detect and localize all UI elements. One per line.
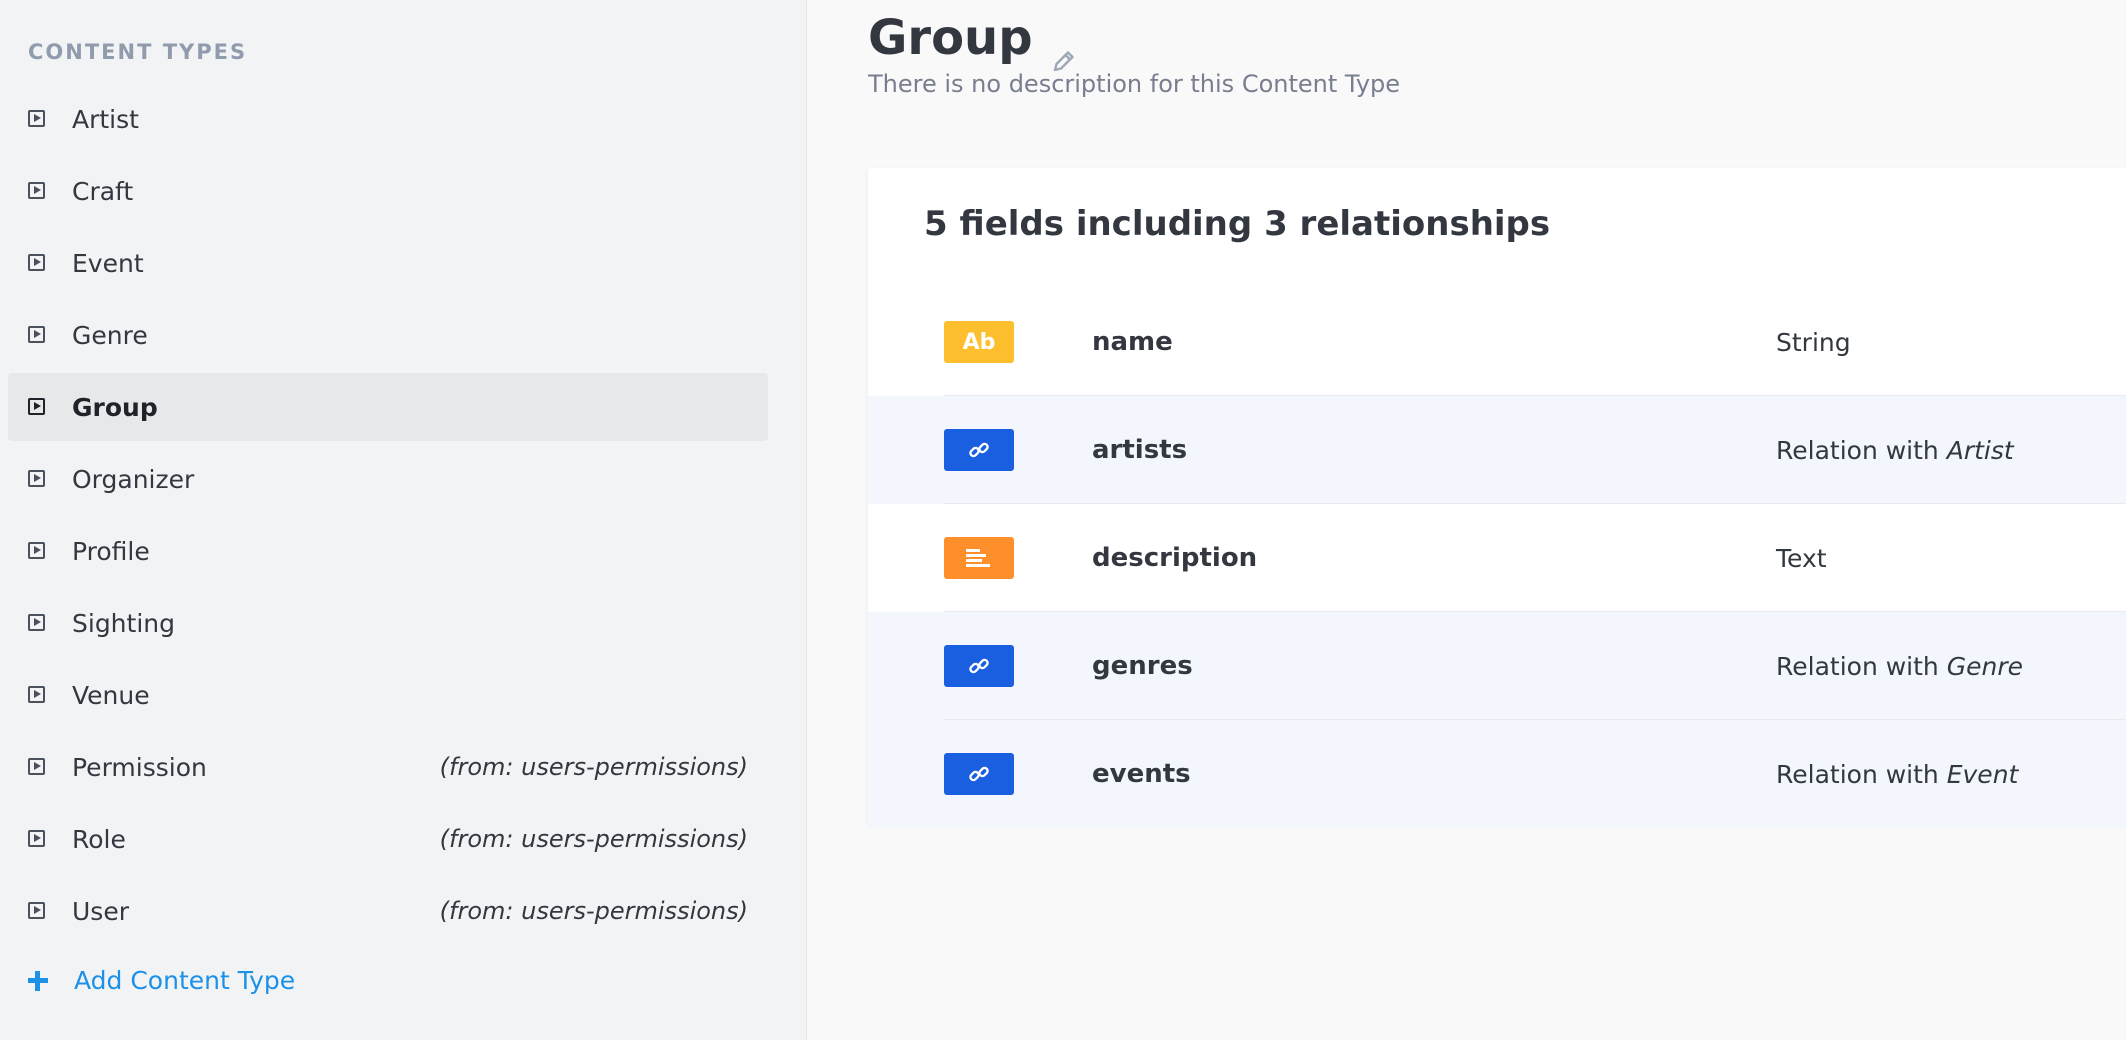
content-type-label: User (72, 896, 129, 926)
field-name: artists (1092, 435, 1188, 465)
field-type-label: String (1776, 327, 1851, 357)
play-square-icon (28, 758, 45, 775)
content-type-item-genre[interactable]: Genre (8, 301, 768, 369)
content-type-label: Genre (72, 320, 148, 350)
play-square-icon (28, 902, 45, 919)
link-icon (944, 753, 1014, 795)
page-title: Group (868, 10, 1033, 66)
content-type-source: (from: users-permissions) (439, 825, 748, 853)
link-icon (944, 429, 1014, 471)
content-type-list: Artist Craft Event Genre Group Organizer… (8, 85, 768, 949)
field-name: genres (1092, 651, 1193, 681)
content-type-label: Permission (72, 752, 207, 782)
add-content-type-label: Add Content Type (74, 966, 296, 995)
field-type-label: Relation with (1776, 435, 1947, 465)
plus-icon (28, 970, 48, 991)
relation-target: Artist (1946, 435, 2014, 465)
string-icon: Ab (944, 321, 1014, 363)
play-square-icon (28, 398, 45, 415)
link-icon (944, 645, 1014, 687)
content-type-source: (from: users-permissions) (439, 897, 748, 925)
sidebar-title: CONTENT TYPES (28, 40, 248, 64)
play-square-icon (28, 470, 45, 487)
play-square-icon (28, 182, 45, 199)
play-square-icon (28, 830, 45, 847)
content-type-item-group[interactable]: Group (8, 373, 768, 441)
content-type-item-artist[interactable]: Artist (8, 85, 768, 153)
fields-table: Ab name String artists Relation with Art… (868, 288, 2126, 828)
field-type: Text (1776, 544, 1827, 573)
fields-card: 5 fields including 3 relationships Ab na… (868, 168, 2126, 828)
content-type-label: Group (72, 392, 158, 422)
content-type-item-venue[interactable]: Venue (8, 661, 768, 729)
field-row-artists[interactable]: artists Relation with Artist (868, 396, 2126, 504)
field-name: name (1092, 327, 1173, 357)
content-type-item-role[interactable]: Role (from: users-permissions) (8, 805, 768, 873)
play-square-icon (28, 326, 45, 343)
field-name: description (1092, 543, 1258, 573)
sidebar: CONTENT TYPES Artist Craft Event Genre G… (0, 0, 807, 1040)
content-type-item-organizer[interactable]: Organizer (8, 445, 768, 513)
field-type-label: Text (1776, 543, 1827, 573)
play-square-icon (28, 254, 45, 271)
play-square-icon (28, 542, 45, 559)
content-type-item-sighting[interactable]: Sighting (8, 589, 768, 657)
field-type: String (1776, 328, 1851, 357)
field-type: Relation with Event (1776, 760, 2018, 789)
field-name: events (1092, 759, 1191, 789)
content-type-label: Artist (72, 104, 139, 134)
content-type-label: Venue (72, 680, 150, 710)
field-row-events[interactable]: events Relation with Event (868, 720, 2126, 828)
content-type-item-craft[interactable]: Craft (8, 157, 768, 225)
play-square-icon (28, 614, 45, 631)
play-square-icon (28, 686, 45, 703)
field-type: Relation with Genre (1776, 652, 2023, 681)
add-content-type-button[interactable]: Add Content Type (28, 966, 295, 995)
content-type-label: Event (72, 248, 144, 278)
relation-target: Event (1946, 759, 2019, 789)
pencil-icon[interactable] (1051, 30, 1077, 72)
content-type-item-permission[interactable]: Permission (from: users-permissions) (8, 733, 768, 801)
page-title-wrapper: Group (868, 10, 1077, 72)
text-align-icon (944, 537, 1014, 579)
field-type: Relation with Artist (1776, 436, 2014, 465)
content-type-item-user[interactable]: User (from: users-permissions) (8, 877, 768, 945)
content-type-source: (from: users-permissions) (439, 753, 748, 781)
relation-target: Genre (1946, 651, 2023, 681)
content-type-label: Craft (72, 176, 134, 206)
field-row-name[interactable]: Ab name String (868, 288, 2126, 396)
field-row-description[interactable]: description Text (868, 504, 2126, 612)
fields-card-title: 5 fields including 3 relationships (924, 204, 1551, 244)
content-type-item-profile[interactable]: Profile (8, 517, 768, 585)
page-description: There is no description for this Content… (868, 70, 1401, 98)
play-square-icon (28, 110, 45, 127)
field-type-label: Relation with (1776, 651, 1947, 681)
content-type-label: Profile (72, 536, 150, 566)
main-content: Group There is no description for this C… (808, 0, 2126, 1040)
content-type-item-event[interactable]: Event (8, 229, 768, 297)
field-row-genres[interactable]: genres Relation with Genre (868, 612, 2126, 720)
content-type-label: Sighting (72, 608, 175, 638)
content-type-label: Organizer (72, 464, 195, 494)
field-type-label: Relation with (1776, 759, 1947, 789)
content-type-label: Role (72, 824, 126, 854)
